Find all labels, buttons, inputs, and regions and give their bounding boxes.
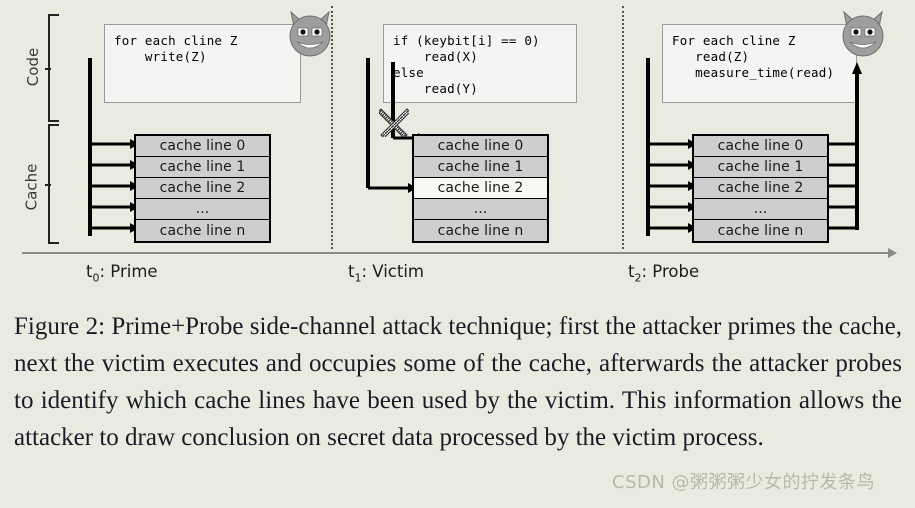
cache-stack-prime: cache line 0 cache line 1 cache line 2... c… (134, 134, 271, 243)
timeline-axis (22, 252, 890, 254)
cache-line: ... (694, 199, 827, 220)
row-label-cache: Cache (22, 163, 41, 211)
cache-line: cache line 0 (694, 136, 827, 157)
time-label-probe-text: Probe (652, 262, 700, 281)
attacker-devil-icon (289, 10, 331, 57)
figure-page: Code Cache for each cline Z write(Z) cac… (0, 0, 915, 508)
time-label-prime-text: Prime (110, 262, 158, 281)
cache-line: cache line n (694, 220, 827, 241)
time-label-victim: t1: Victim (348, 262, 425, 285)
timeline-arrow-head (888, 248, 897, 258)
cache-line: cache line 1 (136, 157, 269, 178)
code-brace (45, 14, 59, 122)
cache-line: cache line 0 (414, 136, 547, 157)
panel-separator-2 (622, 6, 624, 249)
probe-arrows-out (826, 62, 862, 230)
cache-line: ... (414, 199, 547, 220)
cache-line: cache line 1 (694, 157, 827, 178)
cache-brace (45, 124, 59, 244)
attacker-devil-icon-probe (842, 10, 884, 57)
row-label-code: Code (24, 47, 43, 87)
cache-line: cache line 0 (136, 136, 269, 157)
watermark: CSDN @粥粥粥少女的拧发条鸟 (612, 472, 876, 493)
cache-stack-probe: cache line 0 cache line 1 cache line 2... c… (692, 134, 829, 243)
cache-stack-victim: cache line 0 cache line 1 cache line 2... c… (412, 134, 549, 243)
cache-line: cache line 2 (136, 178, 269, 199)
figure-diagram: Code Cache for each cline Z write(Z) cac… (0, 0, 915, 300)
cache-line: cache line 2 (414, 178, 547, 199)
cache-line: cache line n (136, 220, 269, 241)
time-label-prime: t0: Prime (86, 262, 158, 285)
figure-caption: Figure 2: Prime+Probe side-channel attac… (14, 313, 902, 451)
cache-line: cache line 1 (414, 157, 547, 178)
time-label-probe: t2: Probe (628, 262, 700, 285)
cache-line: cache line n (414, 220, 547, 241)
time-label-victim-text: Victim (372, 262, 425, 281)
cache-line: ... (136, 199, 269, 220)
eviction-x-icon (379, 108, 409, 137)
cache-line: cache line 2 (694, 178, 827, 199)
